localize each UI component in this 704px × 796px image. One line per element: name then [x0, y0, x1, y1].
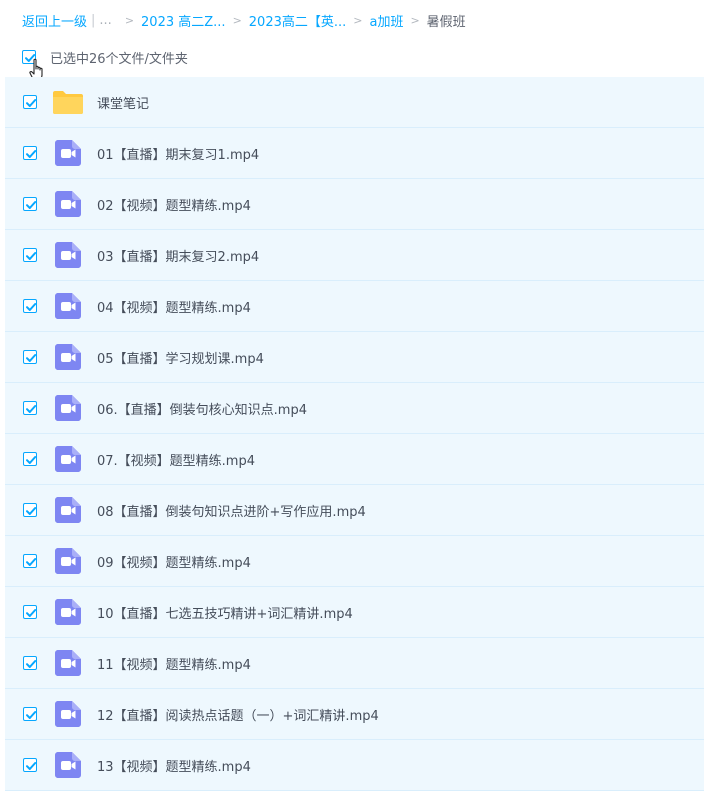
breadcrumb-item-2023-z[interactable]: 2023 高二Z...: [141, 11, 226, 30]
row-checkbox[interactable]: [23, 503, 37, 517]
video-file-icon: [55, 650, 81, 676]
row-checkbox[interactable]: [23, 452, 37, 466]
file-row[interactable]: 12【直播】阅读热点话题（一）+词汇精讲.mp4: [5, 689, 704, 740]
back-link[interactable]: 返回上一级: [22, 11, 87, 30]
checkbox-checked-icon: [26, 507, 37, 515]
checkbox-checked-icon: [26, 558, 37, 566]
file-name[interactable]: 09【视频】题型精练.mp4: [97, 552, 251, 571]
checkbox-checked-icon: [26, 303, 37, 311]
video-file-icon: [55, 599, 81, 625]
file-name[interactable]: 06.【直播】倒装句核心知识点.mp4: [97, 399, 307, 418]
breadcrumb: 返回上一级 | ... > 2023 高二Z... > 2023高二【英... …: [22, 11, 466, 30]
chevron-right-icon: >: [410, 13, 420, 27]
breadcrumb-ellipsis[interactable]: ...: [99, 13, 111, 28]
checkbox-checked-icon: [26, 354, 37, 362]
selection-count: 已选中26个文件/文件夹: [50, 51, 188, 67]
row-checkbox[interactable]: [23, 299, 37, 313]
file-row[interactable]: 01【直播】期末复习1.mp4: [5, 128, 704, 179]
file-name[interactable]: 10【直播】七选五技巧精讲+词汇精讲.mp4: [97, 603, 353, 622]
checkbox-checked-icon: [26, 99, 37, 107]
video-file-icon: [55, 701, 81, 727]
row-checkbox[interactable]: [23, 656, 37, 670]
file-row[interactable]: 08【直播】倒装句知识点进阶+写作应用.mp4: [5, 485, 704, 536]
row-checkbox[interactable]: [23, 707, 37, 721]
video-file-icon: [55, 344, 81, 370]
file-row[interactable]: 03【直播】期末复习2.mp4: [5, 230, 704, 281]
row-checkbox[interactable]: [23, 197, 37, 211]
file-name[interactable]: 课堂笔记: [97, 93, 149, 112]
row-checkbox[interactable]: [23, 146, 37, 160]
file-row[interactable]: 11【视频】题型精练.mp4: [5, 638, 704, 689]
checkbox-checked-icon: [26, 711, 37, 719]
breadcrumb-current: 暑假班: [426, 14, 466, 30]
file-row[interactable]: 10【直播】七选五技巧精讲+词汇精讲.mp4: [5, 587, 704, 638]
file-list: 课堂笔记 01【直播】期末复习1.mp4 02【视频】题型精练.mp4 03【直播】期…: [5, 77, 704, 791]
video-file-icon: [55, 548, 81, 574]
file-name[interactable]: 04【视频】题型精练.mp4: [97, 297, 251, 316]
breadcrumb-item-a-class[interactable]: a加班: [369, 11, 403, 30]
folder-icon: [52, 89, 84, 115]
checkbox-checked-icon: [26, 762, 37, 770]
row-checkbox[interactable]: [23, 758, 37, 772]
file-row[interactable]: 07.【视频】题型精练.mp4: [5, 434, 704, 485]
file-row[interactable]: 05【直播】学习规划课.mp4: [5, 332, 704, 383]
file-name[interactable]: 05【直播】学习规划课.mp4: [97, 348, 264, 367]
chevron-right-icon: >: [232, 13, 242, 27]
row-checkbox[interactable]: [23, 401, 37, 415]
breadcrumb-divider: |: [91, 12, 96, 28]
file-name[interactable]: 13【视频】题型精练.mp4: [97, 756, 251, 775]
checkbox-checked-icon: [26, 252, 37, 260]
breadcrumb-item-2023-english[interactable]: 2023高二【英...: [249, 11, 346, 30]
file-row[interactable]: 02【视频】题型精练.mp4: [5, 179, 704, 230]
video-file-icon: [55, 140, 81, 166]
row-checkbox[interactable]: [23, 605, 37, 619]
file-name[interactable]: 07.【视频】题型精练.mp4: [97, 450, 255, 469]
video-file-icon: [55, 242, 81, 268]
chevron-right-icon: >: [353, 13, 363, 27]
row-checkbox[interactable]: [23, 95, 37, 109]
checkbox-checked-icon: [26, 150, 37, 158]
row-checkbox[interactable]: [23, 248, 37, 262]
checkbox-checked-icon: [26, 201, 37, 209]
file-row[interactable]: 13【视频】题型精练.mp4: [5, 740, 704, 791]
row-checkbox[interactable]: [23, 554, 37, 568]
file-name[interactable]: 02【视频】题型精练.mp4: [97, 195, 251, 214]
checkbox-checked-icon: [26, 456, 37, 464]
video-file-icon: [55, 752, 81, 778]
checkbox-checked-icon: [26, 405, 37, 413]
file-row[interactable]: 09【视频】题型精练.mp4: [5, 536, 704, 587]
file-name[interactable]: 01【直播】期末复习1.mp4: [97, 144, 259, 163]
file-name[interactable]: 12【直播】阅读热点话题（一）+词汇精讲.mp4: [97, 705, 379, 724]
chevron-right-icon: >: [124, 13, 135, 27]
video-file-icon: [55, 497, 81, 523]
row-checkbox[interactable]: [23, 350, 37, 364]
video-file-icon: [55, 395, 81, 421]
video-file-icon: [55, 293, 81, 319]
video-file-icon: [55, 446, 81, 472]
file-row[interactable]: 06.【直播】倒装句核心知识点.mp4: [5, 383, 704, 434]
checkbox-checked-icon: [26, 660, 37, 668]
file-name[interactable]: 11【视频】题型精练.mp4: [97, 654, 251, 673]
file-row[interactable]: 04【视频】题型精练.mp4: [5, 281, 704, 332]
folder-row[interactable]: 课堂笔记: [5, 77, 704, 128]
checkbox-checked-icon: [26, 609, 37, 617]
file-name[interactable]: 03【直播】期末复习2.mp4: [97, 246, 259, 265]
file-name[interactable]: 08【直播】倒装句知识点进阶+写作应用.mp4: [97, 501, 366, 520]
video-file-icon: [55, 191, 81, 217]
